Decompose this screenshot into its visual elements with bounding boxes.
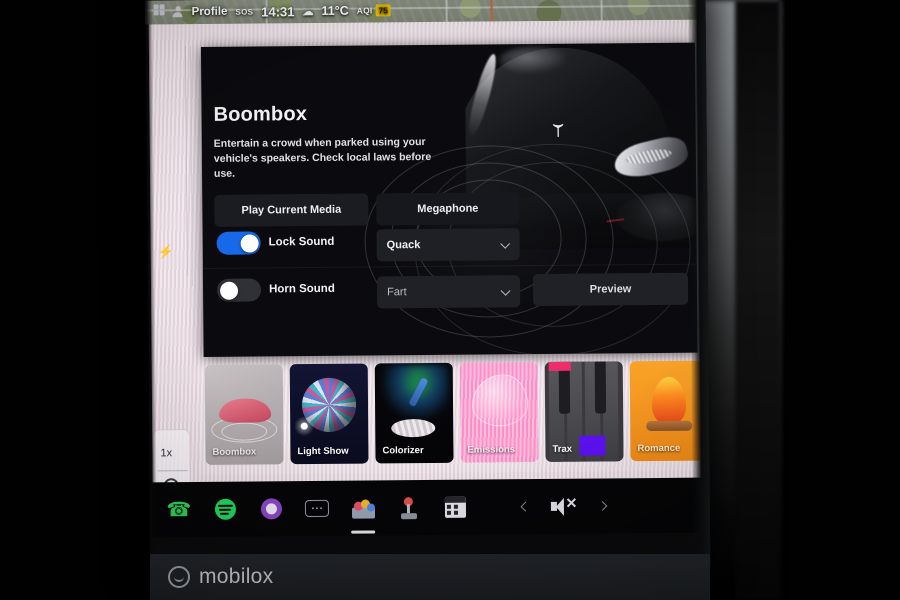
play-current-media-button[interactable]: Play Current Media bbox=[214, 193, 369, 227]
page-title: Boombox bbox=[213, 103, 308, 126]
card-boombox[interactable]: Boombox bbox=[204, 364, 284, 465]
chevron-down-icon bbox=[500, 285, 511, 296]
zoom-level-label: 1x bbox=[160, 447, 173, 460]
background-environment-dark bbox=[735, 0, 781, 600]
mobilox-logo-icon bbox=[168, 566, 190, 588]
card-trax[interactable]: Trax bbox=[544, 361, 624, 462]
toybox-icon[interactable] bbox=[350, 495, 376, 521]
piano-black-key bbox=[594, 361, 607, 414]
campfire-logs bbox=[646, 420, 693, 432]
toggle-knob bbox=[219, 281, 238, 300]
watermark-text: mobilox bbox=[199, 565, 274, 588]
horn-sound-value: Fart bbox=[387, 286, 407, 299]
car-with-sound-rings-icon bbox=[218, 398, 272, 423]
divider bbox=[157, 470, 188, 472]
clock-time: 14:31 bbox=[261, 3, 295, 19]
sos-badge[interactable]: SOS bbox=[235, 7, 253, 16]
app-dock: ☎ ⋯ bbox=[149, 477, 711, 538]
card-light-show[interactable]: Light Show bbox=[289, 363, 369, 465]
card-label: Romance bbox=[637, 442, 681, 455]
temperature-label: 11°C bbox=[321, 3, 349, 18]
boombox-panel: Boombox Entertain a crowd when parked us… bbox=[200, 42, 698, 357]
spotify-icon[interactable] bbox=[212, 496, 238, 522]
photograph: ⚡ 1x Profile SOS 14:31 ☁ 11°C AQI 75 Boo… bbox=[0, 0, 900, 600]
horn-sound-select[interactable]: Fart bbox=[376, 275, 521, 309]
speaker-muted-icon[interactable] bbox=[550, 497, 577, 516]
lock-sound-label: Lock Sound bbox=[268, 235, 335, 249]
browser-icon[interactable] bbox=[258, 496, 284, 522]
megaphone-button[interactable]: Megaphone bbox=[376, 192, 520, 226]
card-label: Colorizer bbox=[382, 445, 424, 457]
page-description: Entertain a crowd when parked using your… bbox=[213, 136, 432, 180]
paint-blob bbox=[391, 418, 436, 438]
dock-media-controls bbox=[520, 478, 608, 534]
pink-bubble-icon bbox=[471, 374, 529, 427]
horn-sound-label: Horn Sound bbox=[268, 282, 335, 296]
card-emissions[interactable]: Emissions bbox=[459, 362, 539, 463]
vehicle-touchscreen: ⚡ 1x Profile SOS 14:31 ☁ 11°C AQI 75 Boo… bbox=[145, 0, 711, 573]
aqi-value: 75 bbox=[375, 4, 391, 17]
key-highlight-purple bbox=[579, 435, 606, 456]
theater-icon[interactable] bbox=[442, 494, 468, 520]
campfire-icon bbox=[651, 376, 687, 426]
tesla-logo-icon bbox=[552, 123, 564, 137]
cloud-icon: ☁ bbox=[302, 5, 314, 18]
dock-icon-list: ☎ ⋯ bbox=[150, 494, 468, 523]
phone-icon[interactable]: ☎ bbox=[166, 497, 192, 523]
lock-sound-value: Quack bbox=[386, 239, 421, 252]
preview-button[interactable]: Preview bbox=[532, 272, 689, 307]
toggle-knob bbox=[240, 233, 259, 253]
lock-sound-select[interactable]: Quack bbox=[376, 228, 520, 262]
aqi-label: AQI bbox=[356, 5, 373, 16]
grid-icon[interactable] bbox=[153, 4, 166, 20]
person-icon[interactable] bbox=[172, 6, 184, 18]
watermark-bar: mobilox bbox=[150, 554, 710, 600]
chevron-right-icon[interactable] bbox=[597, 501, 608, 511]
dashcam-icon[interactable]: ⋯ bbox=[304, 495, 330, 521]
card-label: Boombox bbox=[212, 446, 257, 458]
horn-sound-toggle[interactable] bbox=[216, 278, 262, 302]
card-label: Light Show bbox=[297, 445, 349, 458]
chevron-down-icon bbox=[500, 238, 511, 249]
lightning-bolt-icon[interactable]: ⚡ bbox=[158, 244, 174, 260]
sparkle-icon bbox=[294, 415, 315, 437]
card-label: Emissions bbox=[467, 444, 516, 456]
joystick-icon[interactable] bbox=[396, 495, 422, 521]
toybox-card-strip: Boombox Light Show Colorizer Emissions T… bbox=[204, 360, 709, 467]
profile-label[interactable]: Profile bbox=[192, 6, 228, 18]
lock-sound-toggle[interactable] bbox=[216, 231, 261, 255]
card-label: Trax bbox=[552, 443, 573, 455]
chevron-left-icon[interactable] bbox=[520, 501, 531, 512]
card-colorizer[interactable]: Colorizer bbox=[374, 362, 454, 464]
key-highlight-pink bbox=[548, 361, 571, 371]
aqi-badge[interactable]: AQI 75 bbox=[356, 4, 391, 17]
